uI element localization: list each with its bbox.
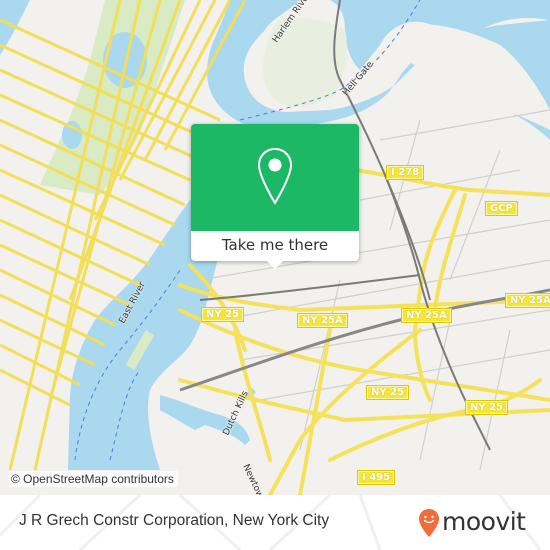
map-view[interactable]: I 278 GCP NY 25A NY 25 NY 25A NY 25A NY … (0, 0, 550, 495)
take-me-there-button[interactable]: Take me there (191, 231, 359, 261)
brand-name: moovit (442, 506, 526, 536)
popup-pointer (267, 261, 283, 269)
moovit-logo[interactable]: moovit (418, 503, 526, 543)
road-shield-ny25: NY 25 (201, 307, 245, 322)
location-pin-icon (257, 147, 293, 205)
popup-header (191, 124, 359, 231)
road-shield-gcp: GCP (485, 201, 518, 216)
moovit-pin-icon (419, 509, 439, 537)
map-attribution[interactable]: © OpenStreetMap contributors (9, 471, 178, 487)
road-shield-ny25a: NY 25A (401, 308, 452, 323)
road-shield-ny25: NY 25 (465, 400, 509, 415)
road-shield-i278: I 278 (386, 165, 425, 180)
road-shield-i495: I 495 (357, 470, 396, 485)
road-shield-ny25a: NY 25A (297, 313, 348, 328)
road-shield-ny25a: NY 25A (505, 293, 550, 308)
place-title: J R Grech Constr Corporation, New York C… (19, 512, 330, 529)
location-popup: Take me there (191, 124, 359, 269)
road-shield-ny25: NY 25 (366, 385, 410, 400)
footer-bar: J R Grech Constr Corporation, New York C… (0, 495, 550, 550)
